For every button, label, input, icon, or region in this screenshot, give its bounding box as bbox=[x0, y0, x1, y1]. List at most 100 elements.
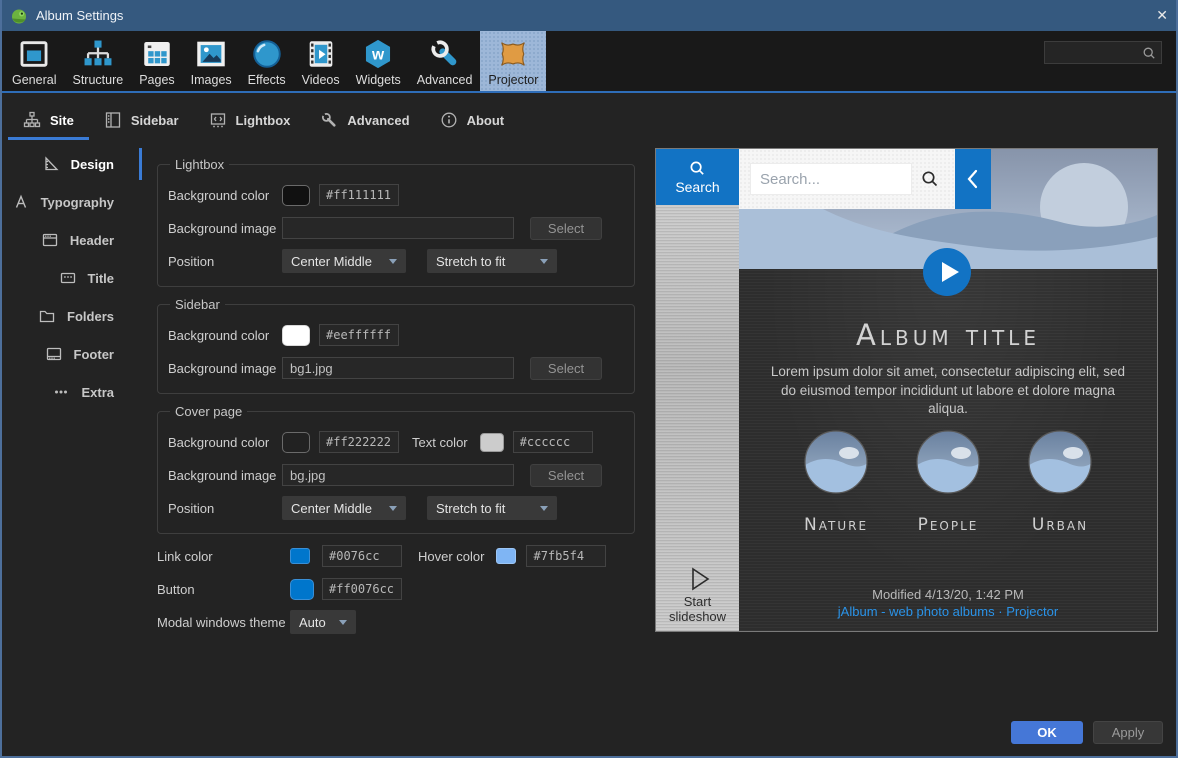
nav-item-folders[interactable]: Folders bbox=[0, 297, 142, 335]
sidebar-section: Sidebar Background color Background imag… bbox=[157, 297, 635, 394]
sidebar-bg-color-input[interactable] bbox=[319, 324, 399, 346]
lightbox-icon bbox=[209, 111, 227, 129]
toolbar-search-input[interactable] bbox=[1051, 45, 1141, 61]
subtab-lightbox[interactable]: Lightbox bbox=[194, 95, 306, 145]
preview-search-button[interactable]: Search bbox=[656, 149, 739, 205]
lightbox-bg-image-input[interactable] bbox=[282, 217, 514, 239]
chevron-down-icon bbox=[389, 506, 397, 515]
folder-thumb-nature[interactable]: Nature bbox=[804, 430, 868, 535]
folder-thumb-urban[interactable]: Urban bbox=[1028, 430, 1092, 535]
svg-text:w: w bbox=[371, 46, 385, 63]
nav-item-title[interactable]: Title bbox=[0, 259, 142, 297]
projector-subtabs: Site Sidebar Lightbox Advanced About bbox=[0, 95, 1178, 145]
album-preview: Search Start slideshow bbox=[655, 148, 1158, 632]
advanced-icon bbox=[428, 36, 462, 71]
main-toolbar: General Structure Pages Images Effects bbox=[0, 31, 1178, 93]
cover-colors-row: Background color Text color bbox=[168, 430, 624, 454]
site-icon bbox=[23, 111, 41, 129]
toolbar-tab-widgets[interactable]: w Widgets bbox=[348, 31, 409, 91]
cover-fit-dropdown[interactable]: Stretch to fit bbox=[427, 496, 557, 520]
nav-item-typography[interactable]: Typography bbox=[0, 183, 142, 221]
link-color-input[interactable] bbox=[322, 545, 402, 567]
nav-item-header[interactable]: Header bbox=[0, 221, 142, 259]
cover-bg-image-input[interactable] bbox=[282, 464, 514, 486]
hover-color-swatch[interactable] bbox=[496, 548, 516, 564]
title-icon bbox=[59, 269, 77, 287]
toolbar-tab-projector[interactable]: Projector bbox=[480, 31, 546, 91]
toolbar-tab-general[interactable]: General bbox=[4, 31, 64, 91]
design-nav: Design Typography Header Title Folders bbox=[0, 145, 142, 411]
jalbum-link[interactable]: jAlbum - web photo albums bbox=[838, 604, 995, 619]
cover-select-button[interactable]: Select bbox=[530, 464, 602, 487]
lightbox-select-button[interactable]: Select bbox=[530, 217, 602, 240]
info-icon bbox=[440, 111, 458, 129]
subtab-sidebar[interactable]: Sidebar bbox=[89, 95, 194, 145]
folder-thumb-people[interactable]: People bbox=[916, 430, 980, 535]
ok-button[interactable]: OK bbox=[1011, 721, 1083, 744]
general-icon bbox=[17, 36, 51, 71]
projector-icon bbox=[496, 36, 530, 71]
collapse-sidebar-button[interactable] bbox=[955, 149, 991, 209]
folder-image bbox=[916, 430, 980, 494]
play-button[interactable] bbox=[923, 248, 971, 296]
toolbar-tab-structure[interactable]: Structure bbox=[64, 31, 131, 91]
button-color-row: Button bbox=[157, 577, 655, 601]
lightbox-bg-color-input[interactable] bbox=[319, 184, 399, 206]
toolbar-tab-advanced[interactable]: Advanced bbox=[409, 31, 481, 91]
toolbar-tab-videos[interactable]: Videos bbox=[294, 31, 348, 91]
lightbox-fit-dropdown[interactable]: Stretch to fit bbox=[427, 249, 557, 273]
lightbox-position-row: Position Center Middle Stretch to fit bbox=[168, 249, 624, 273]
cover-page-legend: Cover page bbox=[175, 404, 242, 419]
subtab-site[interactable]: Site bbox=[8, 95, 89, 145]
lightbox-legend: Lightbox bbox=[175, 157, 224, 172]
preview-footer: Modified 4/13/20, 1:42 PM jAlbum - web p… bbox=[739, 587, 1157, 619]
pages-icon bbox=[140, 36, 174, 71]
preview-sidebar: Search Start slideshow bbox=[656, 149, 739, 631]
nav-item-footer[interactable]: Footer bbox=[0, 335, 142, 373]
lightbox-position-dropdown[interactable]: Center Middle bbox=[282, 249, 406, 273]
sidebar-select-button[interactable]: Select bbox=[530, 357, 602, 380]
cover-position-dropdown[interactable]: Center Middle bbox=[282, 496, 406, 520]
lightbox-section: Lightbox Background color Background ima… bbox=[157, 157, 635, 287]
cover-text-color-input[interactable] bbox=[513, 431, 593, 453]
button-color-swatch[interactable] bbox=[290, 579, 314, 600]
start-slideshow-button[interactable]: Start slideshow bbox=[656, 566, 739, 625]
design-form: Lightbox Background color Background ima… bbox=[142, 145, 655, 634]
subtab-advanced[interactable]: Advanced bbox=[305, 95, 424, 145]
header-icon bbox=[41, 231, 59, 249]
link-color-row: Link color Hover color bbox=[157, 544, 655, 568]
projector-skin-link[interactable]: Projector bbox=[1006, 604, 1058, 619]
toolbar-tab-effects[interactable]: Effects bbox=[240, 31, 294, 91]
nav-item-design[interactable]: Design bbox=[0, 145, 142, 183]
preview-main: Album title Lorem ipsum dolor sit amet, … bbox=[739, 149, 1157, 631]
preview-search-input[interactable] bbox=[750, 163, 912, 195]
lightbox-background-image-row: Background image Select bbox=[168, 216, 624, 240]
toolbar-tab-images[interactable]: Images bbox=[183, 31, 240, 91]
modified-date: Modified 4/13/20, 1:42 PM bbox=[739, 587, 1157, 602]
toolbar-search-box bbox=[1044, 41, 1162, 64]
album-settings-window: Album Settings ✕ General Structure Pages bbox=[0, 0, 1178, 758]
cover-text-color-swatch[interactable] bbox=[480, 433, 504, 452]
close-icon[interactable]: ✕ bbox=[1138, 7, 1168, 24]
folder-thumbnails: Nature People Urban bbox=[739, 430, 1157, 535]
chevron-down-icon bbox=[339, 620, 347, 629]
apply-button[interactable]: Apply bbox=[1093, 721, 1163, 744]
link-color-swatch[interactable] bbox=[290, 548, 310, 564]
search-icon bbox=[689, 160, 706, 177]
sidebar-bg-color-swatch[interactable] bbox=[282, 325, 310, 346]
titlebar: Album Settings ✕ bbox=[0, 0, 1178, 31]
toolbar-tab-pages[interactable]: Pages bbox=[131, 31, 182, 91]
cover-bg-color-input[interactable] bbox=[319, 431, 399, 453]
sidebar-bg-image-input[interactable] bbox=[282, 357, 514, 379]
modal-theme-row: Modal windows theme Auto bbox=[157, 610, 655, 634]
button-color-input[interactable] bbox=[322, 578, 402, 600]
cover-bg-color-swatch[interactable] bbox=[282, 432, 310, 453]
nav-item-extra[interactable]: Extra bbox=[0, 373, 142, 411]
modal-theme-dropdown[interactable]: Auto bbox=[290, 610, 356, 634]
folders-icon bbox=[38, 307, 56, 325]
hover-color-input[interactable] bbox=[526, 545, 606, 567]
lightbox-bg-color-swatch[interactable] bbox=[282, 185, 310, 206]
design-icon bbox=[42, 155, 60, 173]
subtab-about[interactable]: About bbox=[425, 95, 520, 145]
search-icon[interactable] bbox=[920, 169, 940, 189]
